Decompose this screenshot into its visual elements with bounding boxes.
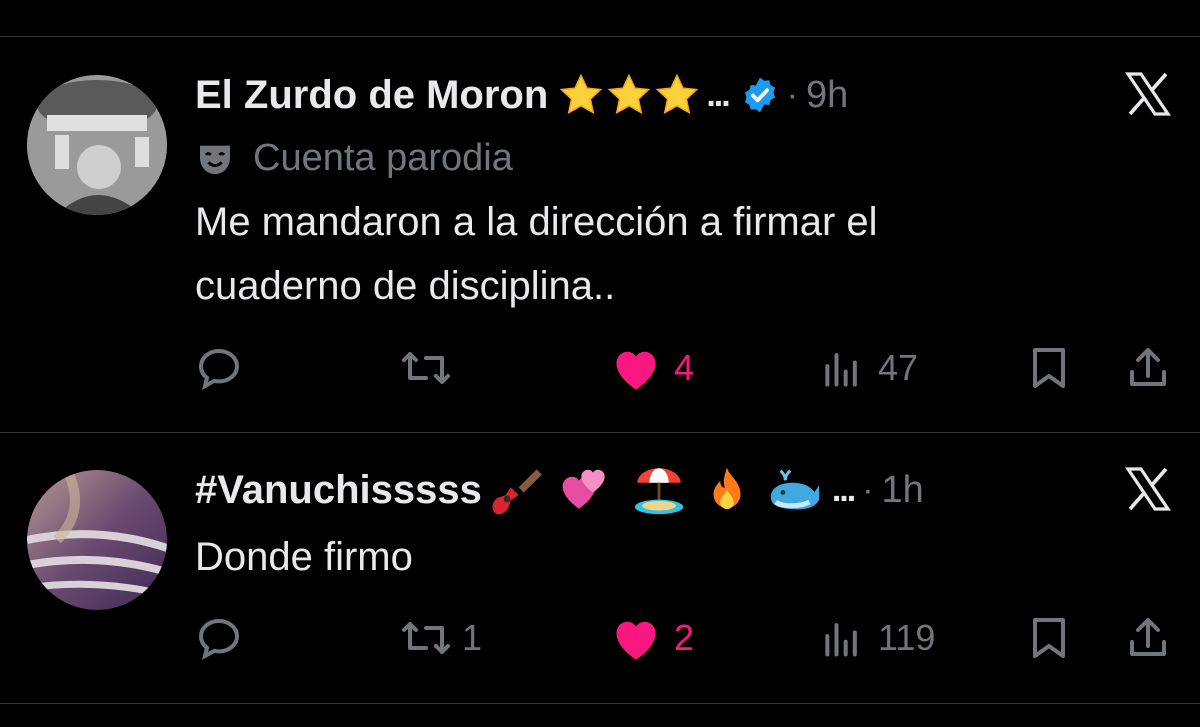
reply-icon [198,618,240,660]
bookmark-button[interactable] [1025,338,1073,398]
like-count: 4 [674,347,695,388]
like-button[interactable]: 4 [610,338,694,398]
tweet[interactable]: El Zurdo de Moron ... · 9h Cuenta parodi… [0,0,1200,432]
star-emoji [560,73,603,115]
retweet-button[interactable] [400,338,452,398]
view-count: 47 [878,347,919,388]
retweet-icon [402,622,450,654]
x-logo-icon [1124,467,1172,511]
like-button[interactable]: 2 [610,608,694,668]
tweet[interactable]: #Vanuchisssss ... · 1h Donde firmo 1 2 1… [0,433,1200,703]
separator-dot: · [862,470,874,509]
author-name[interactable]: El Zurdo de Moron [195,73,548,118]
action-bar: 4 47 [0,338,1200,398]
retweet-icon [402,352,450,384]
view-count: 119 [878,617,936,658]
reply-button[interactable] [195,608,243,668]
share-icon [1130,348,1166,386]
tweet-text: Donde firmo [195,525,413,589]
like-count: 2 [674,617,695,658]
tweet-text-line: cuaderno de disciplina.. [195,264,616,308]
tweet-header: #Vanuchisssss ... · 1h [195,465,924,515]
tweet-text: Me mandaron a la dirección a firmar el c… [195,190,878,318]
x-logo-icon [1124,72,1172,116]
timestamp[interactable]: 9h [806,74,848,117]
parody-label-text: Cuenta parodia [253,137,513,179]
timestamp[interactable]: 1h [882,469,924,512]
verified-badge-icon[interactable] [741,76,779,114]
guitar-emoji [492,469,542,515]
parody-label: Cuenta parodia [195,137,513,180]
fire-emoji [713,467,741,510]
views-button[interactable]: 47 [820,338,918,398]
reply-button[interactable] [195,338,243,398]
views-icon [825,353,857,387]
reply-icon [198,348,240,390]
heart-emoji [562,469,605,509]
retweet-count: 1 [462,617,483,658]
tweet-text-line: Me mandaron a la dirección a firmar el [195,200,878,244]
star-emoji [608,73,651,115]
parody-mask-icon [200,145,230,174]
views-icon [825,623,857,657]
share-icon [1130,618,1166,656]
share-button[interactable] [1124,338,1172,398]
name-emojis [558,72,700,118]
tweet-text-line: Donde firmo [195,535,413,579]
name-ellipsis: ... [706,75,730,114]
avatar[interactable] [27,470,167,610]
heart-icon [616,621,656,660]
heart-icon [616,351,656,390]
star-emoji [656,73,699,115]
retweet-button[interactable]: 1 [400,608,482,668]
whale-emoji [770,469,820,510]
tweet-header: El Zurdo de Moron ... · 9h [195,70,848,120]
bookmark-icon [1033,618,1065,658]
avatar[interactable] [27,75,167,215]
name-emojis [484,459,826,521]
separator-dot: · [786,75,798,114]
share-button[interactable] [1124,608,1172,668]
beach-emoji [634,468,684,515]
bookmark-button[interactable] [1025,608,1073,668]
name-ellipsis: ... [831,470,856,509]
author-name[interactable]: #Vanuchisssss [195,468,482,513]
bottom-divider [0,703,1200,704]
bookmark-icon [1033,348,1065,388]
action-bar: 1 2 119 [0,608,1200,668]
views-button[interactable]: 119 [820,608,935,668]
